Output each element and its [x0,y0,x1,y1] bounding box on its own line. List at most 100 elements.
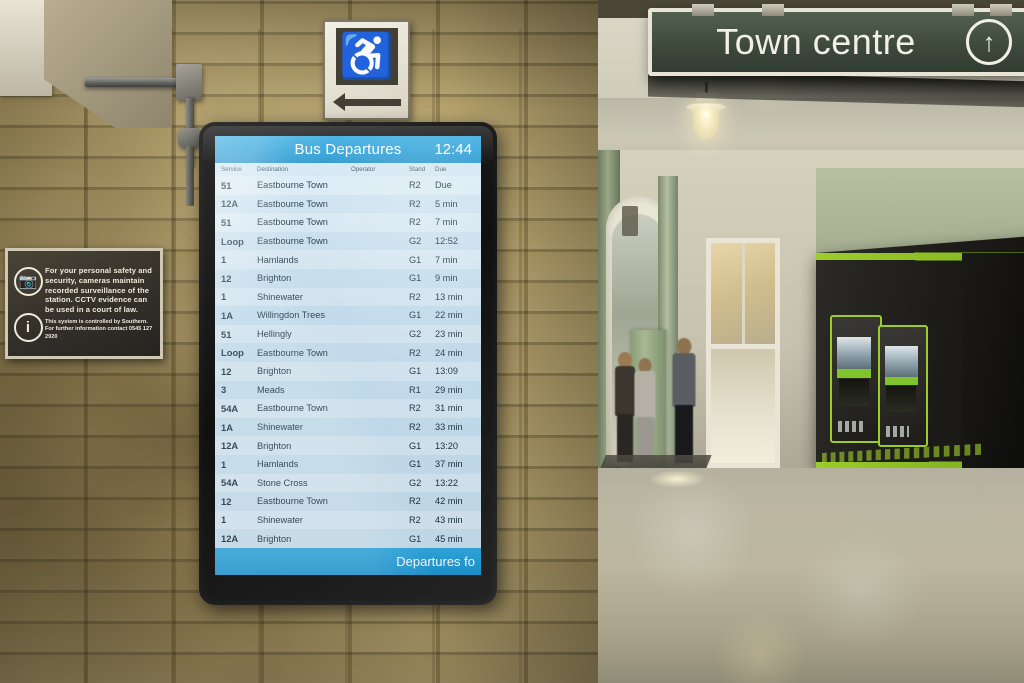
cell-service: 12 [221,495,232,507]
table-row: 54A Stone Cross G2 13:22 [215,473,481,493]
departure-board-screen[interactable]: Bus Departures 12:44 Service Destination… [215,136,481,575]
cell-stand: G1 [409,273,422,284]
cell-service: 1 [221,514,227,526]
cell-due: 23 min [435,329,463,340]
cctv-sign-text: For your personal safety and security, c… [45,256,155,351]
arrow-head [332,93,345,111]
cell-stand: R2 [409,422,421,433]
up-arrow-icon: ↑ [966,19,1012,65]
cell-stand: G1 [409,366,422,377]
cell-due: 13:09 [435,366,458,377]
cell-due: 13 min [435,291,463,302]
accessibility-sign: ♿ [323,20,410,120]
table-row: 12A Brighton G1 45 min [215,529,481,548]
departure-rows: 51 Eastbourne Town R2 Due 12A Eastbourne Town… [215,176,481,548]
cell-service: 51 [221,179,232,191]
person-torso [634,371,656,419]
ticket-machine-accent-bar [884,376,918,385]
ticket-machine-screen[interactable] [884,345,918,377]
cell-destination: Willingdon Trees [257,310,325,321]
cell-destination: Shinewater [257,514,303,525]
cell-stand: G2 [409,236,422,247]
column-header-due: Due [435,166,447,173]
cell-due: 13:20 [435,440,458,451]
cell-destination: Shinewater [257,422,303,433]
cctv-main-text: For your personal safety and security, c… [45,265,153,315]
sign-mounting-brackets [652,4,1024,16]
cell-service: 12A [221,533,239,545]
ticket-machine-logo [885,426,910,437]
cell-service: 54A [221,477,239,489]
junction-box [176,64,202,100]
cell-destination: Stone Cross [257,477,308,488]
conduit-pipe-horizontal [85,78,180,87]
column-header-stand: Stand [409,166,426,173]
cell-due: 12:52 [435,236,458,247]
table-row: 51 Eastbourne Town R2 7 min [215,213,481,232]
ticket-machine-bank [816,234,1024,487]
cell-due: Due [435,180,452,191]
column-header-service: Service [221,166,242,173]
town-centre-label: Town centre [716,21,916,62]
column-header-operator: Operator [351,166,376,173]
cell-destination: Eastbourne Town [257,198,328,209]
ticket-dispenser-slot[interactable] [838,379,870,407]
cell-destination: Hellingly [257,329,292,340]
person-torso [672,353,696,407]
ticket-dispenser-slot[interactable] [886,386,916,412]
ticket-machine-2[interactable] [878,325,928,447]
table-row: 3 Meads R1 29 min [215,380,481,400]
cell-destination: Eastbourne Town [257,496,328,507]
cell-service: Loop [221,235,244,247]
terrazzo-floor [598,468,1024,683]
sash-window [706,238,780,468]
cell-service: 1A [221,309,233,321]
cell-stand: G1 [409,310,422,321]
column-headers: Service Destination Operator Stand Due [215,163,481,176]
cell-service: 1A [221,421,233,433]
cell-stand: G2 [409,477,422,488]
cell-destination: Brighton [257,533,292,544]
table-row: 51 Eastbourne Town R2 Due [215,176,481,195]
lamp-bulb [700,108,712,121]
cctv-sign-icons: 📷 i [11,256,45,351]
person-standing-2 [632,358,658,470]
arrow-tail [344,98,401,106]
column-header-destination: Destination [257,166,288,173]
table-row: 12 Eastbourne Town R2 42 min [215,492,481,511]
cell-destination: Eastbourne Town [257,217,328,228]
cell-service: 12A [221,440,239,452]
cell-due: 31 min [435,403,463,414]
cell-service: 12 [221,365,232,377]
table-row: 1 Shinewater R2 43 min [215,510,481,530]
cell-service: Loop [221,347,244,359]
cell-destination: Eastbourne Town [257,403,328,414]
cell-stand: R2 [409,496,421,507]
cell-service: 12A [221,198,239,210]
table-row: 54A Eastbourne Town R2 31 min [215,399,481,418]
cell-stand: R2 [409,217,421,228]
cell-due: 33 min [435,422,463,433]
cell-due: 5 min [435,198,458,209]
cell-stand: R2 [409,514,421,525]
cell-destination: Brighton [257,440,292,451]
table-row: Loop Eastbourne Town G2 12:52 [215,231,481,251]
cell-due: 42 min [435,496,463,507]
board-footer: Departures fo [215,548,481,575]
cell-stand: G1 [409,459,422,470]
cell-stand: R2 [409,180,421,191]
cell-service: 3 [221,384,227,396]
cell-service: 1 [221,254,227,266]
cell-due: 22 min [435,310,463,321]
station-concourse-photo: 📷 i For your personal safety and securit… [0,0,1024,683]
board-clock: 12:44 [434,141,472,158]
table-row: 1A Shinewater R2 33 min [215,417,481,437]
ticket-machine-screen[interactable] [836,336,872,370]
cell-service: 51 [221,216,232,228]
cell-destination: Shinewater [257,291,303,302]
ticket-machine-logo [837,421,863,433]
ticket-machine-1[interactable] [830,315,882,443]
cell-service: 12 [221,272,232,284]
cctv-warning-sign: 📷 i For your personal safety and securit… [5,248,163,359]
cell-destination: Hamlands [257,254,299,265]
